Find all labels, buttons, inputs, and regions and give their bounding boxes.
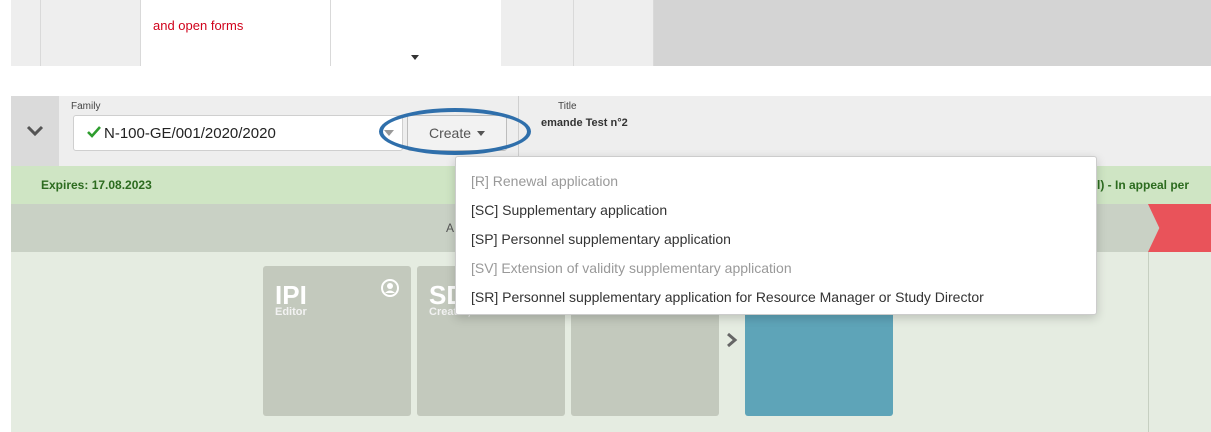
family-value: N-100-GE/001/2020/2020 <box>104 125 276 142</box>
title-value: emande Test n°2 <box>541 117 628 129</box>
title-label: Title <box>558 101 577 112</box>
check-icon <box>87 126 101 138</box>
tab-strip: and open forms <box>11 0 1211 66</box>
chevron-right-icon <box>727 332 738 348</box>
appeal-status-text: l) - In appeal per <box>1097 178 1190 192</box>
menu-item-personnel-supplementary[interactable]: [SP] Personnel supplementary application <box>456 225 1096 254</box>
tab-strip-filler <box>654 0 1211 66</box>
workflow-divider <box>1148 252 1149 432</box>
collapse-button[interactable] <box>11 96 59 166</box>
workflow-card-ipi[interactable]: IPI Editor <box>263 266 411 416</box>
tab-blank-5[interactable] <box>574 0 654 66</box>
card-role: Editor <box>275 306 307 318</box>
family-label: Family <box>71 101 101 112</box>
tab-caret-down-icon[interactable] <box>411 55 419 60</box>
menu-item-supplementary[interactable]: [SC] Supplementary application <box>456 196 1096 225</box>
family-select[interactable]: N-100-GE/001/2020/2020 <box>73 115 403 151</box>
chevron-down-icon <box>26 125 44 137</box>
tab-open-forms-label: and open forms <box>153 18 244 33</box>
workflow-band-label: A <box>446 221 455 235</box>
create-dropdown-menu: [R] Renewal application [SC] Supplementa… <box>455 156 1097 315</box>
tab-blank-1[interactable] <box>11 0 41 66</box>
menu-item-renewal: [R] Renewal application <box>471 173 619 189</box>
tab-blank-2[interactable] <box>41 0 141 66</box>
tab-blank-4[interactable] <box>501 0 574 66</box>
user-icon <box>381 279 399 297</box>
expires-text: Expires: 17.08.2023 <box>41 178 152 192</box>
tab-open-forms[interactable]: and open forms <box>141 0 331 66</box>
app-window: and open forms Family N-100-GE/001/2020/… <box>0 0 1211 432</box>
highlight-ring <box>379 108 531 155</box>
menu-item-extension-validity: [SV] Extension of validity supplementary… <box>471 260 792 276</box>
menu-item-personnel-resource-manager[interactable]: [SR] Personnel supplementary application… <box>456 283 1096 312</box>
